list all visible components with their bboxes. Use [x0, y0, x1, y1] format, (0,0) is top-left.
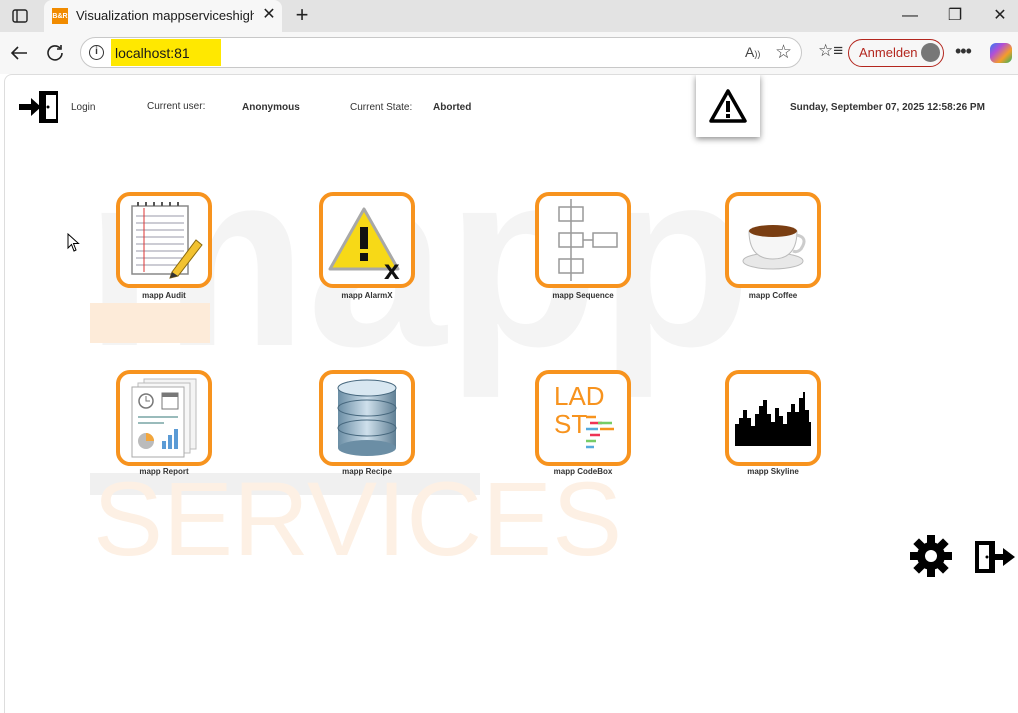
url-text[interactable]: localhost:81 — [115, 45, 190, 61]
watermark-services-text: SERVICES — [93, 461, 622, 575]
svg-text:x: x — [384, 254, 400, 281]
new-tab-button[interactable]: + — [290, 4, 314, 28]
back-button[interactable] — [6, 40, 32, 66]
current-state-value: Aborted — [433, 102, 472, 113]
page-content: mapp SERVICES Login Current user: Anonym… — [4, 74, 1018, 713]
ladder-st-code-icon: LAD ST — [554, 381, 614, 449]
svg-text:LAD: LAD — [554, 381, 605, 411]
favorite-star-icon[interactable]: ☆ — [775, 41, 792, 64]
browser-tab[interactable]: B&R Visualization mappserviceshighlig ✕ — [44, 0, 282, 32]
notepad-pencil-icon — [131, 202, 203, 279]
mouse-cursor-icon — [67, 233, 80, 252]
alarm-warning-icon — [709, 89, 747, 123]
tile-label-mapp-audit: mapp Audit — [142, 291, 186, 300]
login-label[interactable]: Login — [71, 102, 95, 113]
current-state-label: Current State: — [350, 102, 413, 113]
flowchart-icon — [558, 199, 618, 281]
br-favicon-icon: B&R — [52, 8, 68, 24]
tile-label-mapp-alarmx: mapp AlarmX — [341, 291, 393, 300]
tile-mapp-audit[interactable] — [116, 192, 212, 288]
tab-actions-icon — [12, 9, 28, 23]
profile-avatar-icon — [921, 43, 940, 62]
tile-label-mapp-report: mapp Report — [139, 467, 189, 476]
read-aloud-icon[interactable]: A)) — [745, 44, 760, 60]
tile-label-mapp-coffee: mapp Coffee — [748, 291, 798, 300]
browser-tab-bar: B&R Visualization mappserviceshighlig ✕ … — [0, 0, 1018, 32]
tile-label-mapp-codebox: mapp CodeBox — [553, 467, 613, 476]
tile-mapp-coffee[interactable] — [725, 192, 821, 288]
tile-mapp-report[interactable] — [116, 370, 212, 466]
database-icon — [337, 379, 397, 456]
coffee-cup-icon — [742, 225, 806, 270]
tile-mapp-skyline[interactable] — [725, 370, 821, 466]
tab-close-icon[interactable]: ✕ — [260, 6, 278, 24]
report-documents-icon — [131, 378, 197, 458]
datetime-display: Sunday, September 07, 2025 12:58:26 PM — [790, 102, 985, 113]
tile-mapp-sequence[interactable] — [535, 192, 631, 288]
alarm-button[interactable] — [696, 75, 760, 137]
tile-label-mapp-recipe: mapp Recipe — [342, 467, 392, 476]
svg-text:ST: ST — [554, 409, 587, 439]
favorites-icon[interactable]: ☆≡ — [818, 41, 843, 61]
signin-button[interactable]: Anmelden — [848, 39, 944, 67]
minimize-button[interactable]: — — [895, 4, 925, 28]
tab-title: Visualization mappserviceshighlig — [76, 8, 254, 23]
tile-mapp-codebox[interactable]: LAD ST — [535, 370, 631, 466]
tab-actions-button[interactable] — [6, 6, 34, 26]
logout-icon[interactable] — [973, 539, 1017, 575]
current-user-value: Anonymous — [242, 102, 300, 113]
warning-x-icon: x — [328, 207, 400, 281]
address-bar-row: i localhost:81 A)) ☆ ☆≡ Anmelden ••• — [0, 32, 1018, 74]
restore-button[interactable]: ❐ — [940, 4, 970, 28]
tile-mapp-recipe[interactable] — [319, 370, 415, 466]
tile-label-mapp-skyline: mapp Skyline — [747, 467, 799, 476]
current-user-label: Current user: — [147, 101, 206, 112]
watermark-accent — [90, 303, 210, 343]
copilot-icon[interactable] — [990, 43, 1012, 63]
tile-label-mapp-sequence: mapp Sequence — [552, 291, 614, 300]
settings-gear-icon[interactable] — [910, 535, 952, 577]
site-info-icon[interactable]: i — [89, 45, 104, 60]
close-window-button[interactable]: ✕ — [985, 4, 1015, 28]
back-arrow-icon — [10, 46, 27, 60]
more-options-icon[interactable]: ••• — [955, 41, 972, 62]
login-icon[interactable] — [17, 89, 61, 125]
watermark-bar — [90, 473, 480, 495]
reload-button[interactable] — [42, 40, 68, 66]
city-skyline-icon — [735, 392, 811, 446]
signin-label: Anmelden — [859, 45, 918, 60]
tile-mapp-alarmx[interactable]: x — [319, 192, 415, 288]
reload-icon — [47, 45, 63, 61]
url-bar[interactable]: i localhost:81 A)) ☆ — [80, 37, 802, 68]
